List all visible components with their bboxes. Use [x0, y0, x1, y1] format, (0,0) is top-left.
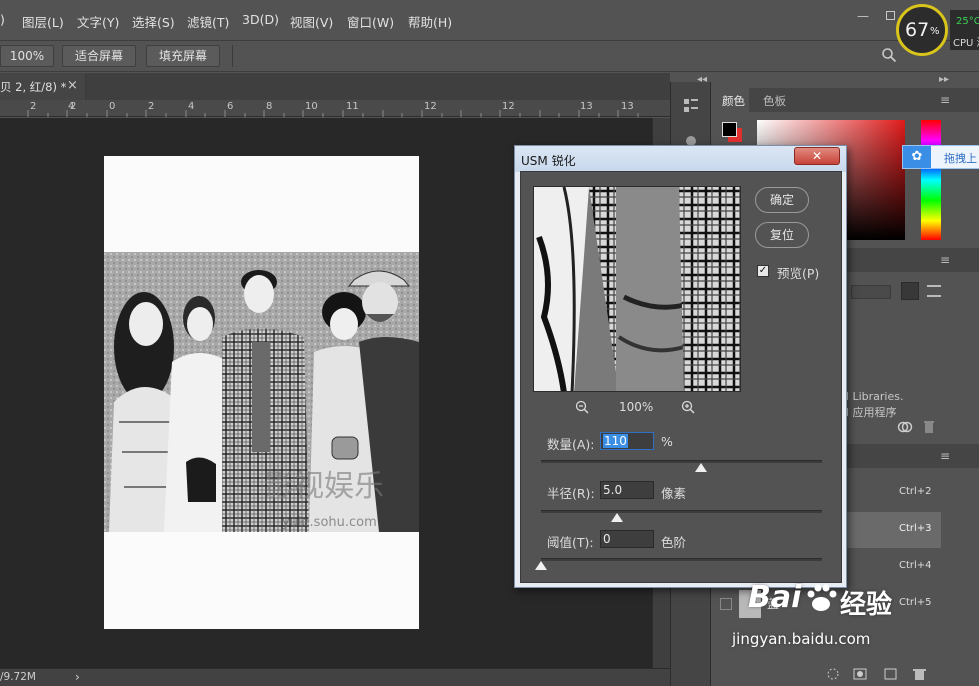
usm-sharpen-dialog: USM 锐化 ✕ 100% 确定 复位 ✓ 预览(P) 数量(A): 110 %…	[514, 145, 847, 588]
radius-input[interactable]: 5.0	[600, 481, 654, 499]
radius-unit: 像素	[661, 486, 687, 501]
baidu-brand: Bai	[748, 580, 802, 615]
cpu-usage-widget[interactable]: 67 %	[896, 4, 948, 56]
cpu-temperature: 25°C	[956, 16, 979, 27]
threshold-label: 阈值(T):	[547, 535, 594, 550]
list-view-icon[interactable]	[927, 285, 941, 297]
cpu-percent: 67	[905, 19, 930, 41]
zoom-out-icon[interactable]	[575, 400, 589, 414]
status-menu-arrow[interactable]: ›	[75, 670, 80, 684]
amount-unit: %	[661, 434, 673, 449]
photo-watermark-url: yule.sohu.com	[282, 515, 377, 530]
menu-bar: ) 图层(L) 文字(Y) 选择(S) 滤镜(T) 3D(D) 视图(V) 窗口…	[0, 0, 979, 42]
cloud-drag-hint[interactable]: ✿ 拖拽上	[902, 145, 979, 169]
visibility-checkbox[interactable]	[720, 598, 732, 610]
maximize-icon[interactable]	[886, 11, 895, 20]
baidu-jingyan-text: 经验	[840, 590, 893, 620]
tab-swatches[interactable]: 色板	[763, 93, 786, 109]
tab-bar-empty	[86, 73, 670, 100]
preview-pane[interactable]	[533, 186, 741, 392]
toolbar-divider	[232, 45, 233, 67]
channel-shortcut: Ctrl+2	[899, 486, 932, 497]
tab-color[interactable]: 颜色	[711, 88, 749, 112]
document-size: /9.72M	[0, 671, 36, 683]
radius-slider-thumb[interactable]	[610, 513, 623, 522]
zoom-level-field[interactable]: 100%	[0, 45, 54, 67]
menu-item-3d[interactable]: 3D(D)	[242, 12, 279, 27]
dialog-body: 100% 确定 复位 ✓ 预览(P) 数量(A): 110 % 半径(R): 5…	[520, 171, 842, 583]
grid-view-icon[interactable]	[901, 282, 919, 300]
cloud-icon: ✿	[903, 146, 931, 168]
photo-sketch: 影视娱乐 yule.sohu.com	[104, 252, 419, 532]
options-bar: 100% 适合屏幕 填充屏幕	[0, 40, 979, 72]
document-tab[interactable]: 贝 2, 红/8) * ×	[0, 73, 86, 100]
fill-screen-button[interactable]: 填充屏幕	[146, 45, 220, 67]
menu-item-partial[interactable]: )	[0, 12, 5, 27]
threshold-slider-thumb[interactable]	[535, 561, 547, 570]
channel-shortcut: Ctrl+3	[899, 523, 932, 534]
threshold-input[interactable]: 0	[600, 530, 654, 548]
foreground-color-swatch[interactable]	[722, 122, 737, 137]
history-icon[interactable]	[681, 96, 701, 116]
photo-image: 影视娱乐 yule.sohu.com	[104, 252, 419, 532]
baidu-paw-icon	[807, 584, 837, 611]
threshold-unit: 色阶	[661, 535, 687, 550]
photo-watermark-cn: 影视娱乐	[264, 469, 384, 504]
library-dropdown[interactable]	[851, 285, 891, 299]
amount-slider-track[interactable]	[541, 460, 822, 463]
threshold-slider-track[interactable]	[541, 558, 822, 561]
panel-menu-icon[interactable]: ≡	[940, 253, 950, 267]
radius-slider-track[interactable]	[541, 510, 822, 513]
amount-input[interactable]: 110	[600, 432, 654, 450]
collapse-arrows-icon[interactable]: ◂◂	[697, 74, 707, 85]
dialog-titlebar[interactable]: USM 锐化 ✕	[515, 146, 846, 172]
preview-checkbox[interactable]: ✓	[757, 265, 769, 277]
expand-arrows-icon[interactable]: ▸▸	[939, 74, 949, 85]
tab-color-label: 颜色	[722, 94, 745, 108]
close-dialog-button[interactable]: ✕	[794, 147, 840, 165]
fit-screen-button[interactable]: 适合屏幕	[62, 45, 136, 67]
menu-item-filter[interactable]: 滤镜(T)	[187, 12, 229, 31]
drag-hint-text: 拖拽上	[944, 152, 977, 165]
ok-button[interactable]: 确定	[755, 187, 809, 213]
channel-shortcut: Ctrl+5	[899, 597, 932, 608]
menu-item-window[interactable]: 窗口(W)	[347, 12, 394, 31]
minimize-icon[interactable]: —	[857, 10, 869, 22]
panel-menu-icon[interactable]: ≡	[940, 449, 950, 463]
preview-image	[534, 187, 740, 391]
preview-label: 预览(P)	[777, 266, 820, 281]
dialog-title: USM 锐化	[521, 154, 576, 168]
panel-menu-icon[interactable]: ≡	[940, 93, 950, 107]
color-panel-header: 颜色 色板 ≡	[711, 88, 979, 112]
amount-label: 数量(A):	[547, 437, 595, 452]
reset-button[interactable]: 复位	[755, 222, 809, 248]
cc-link-icon[interactable]	[897, 420, 913, 434]
hue-slider[interactable]	[921, 120, 941, 240]
amount-slider-thumb[interactable]	[695, 463, 708, 472]
trash-icon[interactable]	[923, 420, 935, 434]
channel-footer-icons[interactable]	[825, 666, 945, 682]
menu-item-view[interactable]: 视图(V)	[290, 12, 333, 31]
zoom-in-icon[interactable]	[681, 400, 695, 414]
cpu-label: CPU 温	[953, 38, 979, 49]
radius-label: 半径(R):	[547, 486, 595, 501]
menu-item-help[interactable]: 帮助(H)	[408, 12, 452, 31]
baidu-url: jingyan.baidu.com	[732, 630, 871, 648]
menu-item-layer[interactable]: 图层(L)	[22, 12, 64, 31]
horizontal-ruler: 2 4 2 0 2 4 6 8 10 11 12 12 13 13	[0, 100, 670, 117]
channel-shortcut: Ctrl+4	[899, 560, 932, 571]
document-tab-title: 贝 2, 红/8) *	[0, 80, 67, 94]
cpu-percent-sign: %	[930, 26, 940, 37]
menu-item-select[interactable]: 选择(S)	[132, 12, 175, 31]
status-bar: /9.72M ›	[0, 668, 670, 686]
search-icon[interactable]	[881, 47, 897, 63]
close-tab-icon[interactable]: ×	[67, 78, 78, 93]
ruler-ticks	[27, 110, 639, 117]
cpu-info-panel: 25°C CPU 温	[950, 10, 979, 50]
amount-value-selected: 110	[603, 434, 628, 448]
menu-item-type[interactable]: 文字(Y)	[77, 12, 119, 31]
preview-zoom-value: 100%	[619, 400, 654, 414]
